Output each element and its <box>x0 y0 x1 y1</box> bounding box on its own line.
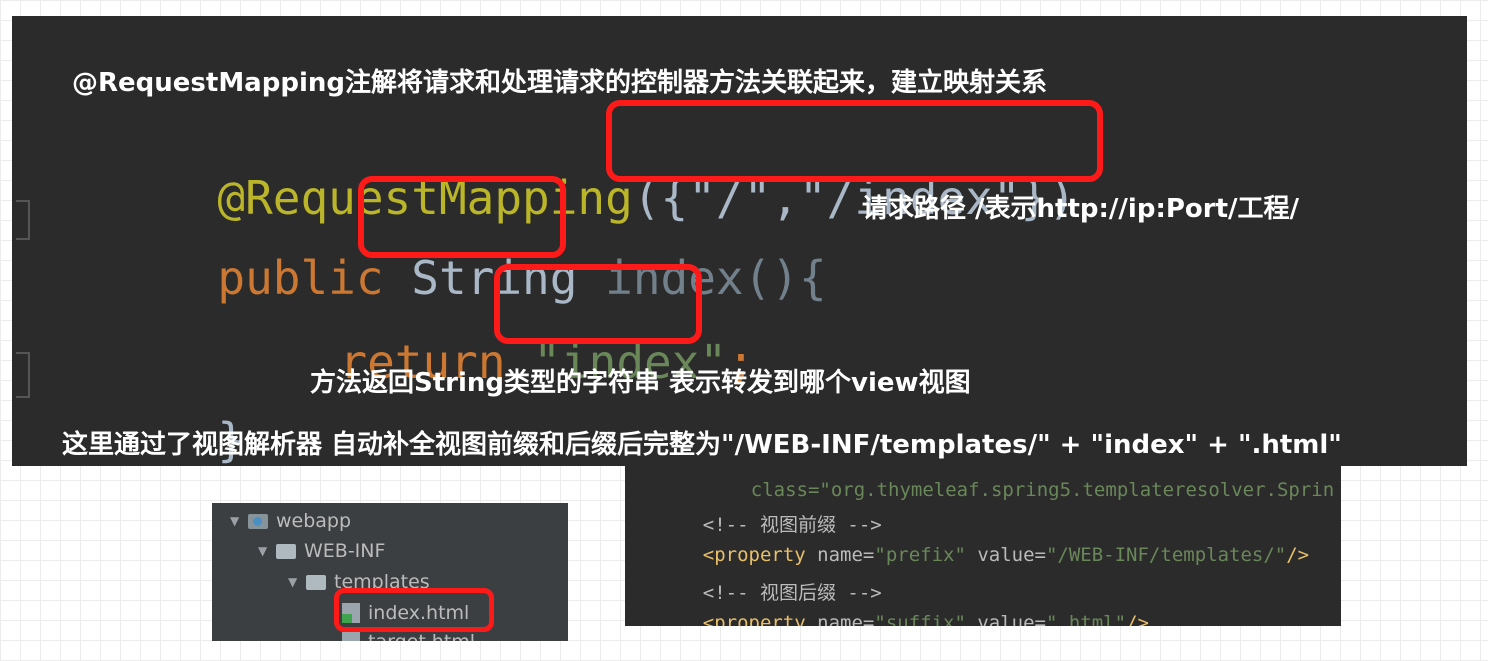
html-file-icon <box>342 632 360 641</box>
chevron-down-icon[interactable]: ▼ <box>230 514 248 528</box>
fold-marker-top <box>16 200 30 240</box>
chevron-down-icon[interactable]: ▼ <box>288 575 306 589</box>
tree-item-web-inf[interactable]: ▼ WEB-INF <box>258 536 385 566</box>
tree-item-label: webapp <box>276 510 352 532</box>
tree-item-webapp[interactable]: ▼ webapp <box>230 506 351 536</box>
folder-icon <box>276 543 296 559</box>
view-resolver-note: 这里通过了视图解析器 自动补全视图前缀和后缀后完整为"/WEB-INF/temp… <box>62 430 1342 460</box>
highlight-mapping-path <box>606 100 1103 182</box>
tree-item-label: WEB-INF <box>304 540 386 562</box>
name-value: "suffix" <box>874 612 966 626</box>
value-attr: value= <box>977 544 1046 566</box>
return-value-note: 方法返回String类型的字符串 表示转发到哪个view视图 <box>310 368 971 398</box>
tag-close: /> <box>1126 612 1149 626</box>
heading-text: @RequestMapping注解将请求和处理请求的控制器方法关联起来，建立映射… <box>72 68 1047 98</box>
value-value: "/WEB-INF/templates/" <box>1045 544 1287 566</box>
name-value: "prefix" <box>874 544 966 566</box>
highlight-return-value <box>494 264 702 344</box>
web-folder-icon <box>248 513 268 529</box>
highlight-index-file <box>334 588 494 632</box>
project-tree-panel: ▼ webapp ▼ WEB-INF ▼ templates index.htm… <box>212 503 568 641</box>
value-attr: value= <box>977 612 1046 626</box>
highlight-return-type <box>358 176 566 258</box>
xml-config-panel: class="org.thymeleaf.spring5.templateres… <box>625 466 1341 626</box>
xml-property-suffix: <property name="suffix" value=".html"/> <box>657 590 1149 626</box>
fold-marker-bottom <box>16 352 30 398</box>
chevron-down-icon[interactable]: ▼ <box>258 544 276 558</box>
value-value: ".html" <box>1045 612 1127 626</box>
tag-close: /> <box>1286 544 1310 566</box>
tree-item-label: target.html <box>368 631 475 641</box>
request-path-note: 请求路径 /表示http://ip:Port/工程/ <box>862 194 1299 224</box>
name-attr: name= <box>817 612 875 626</box>
folder-icon <box>306 574 326 590</box>
property-tag: <property <box>702 612 806 626</box>
